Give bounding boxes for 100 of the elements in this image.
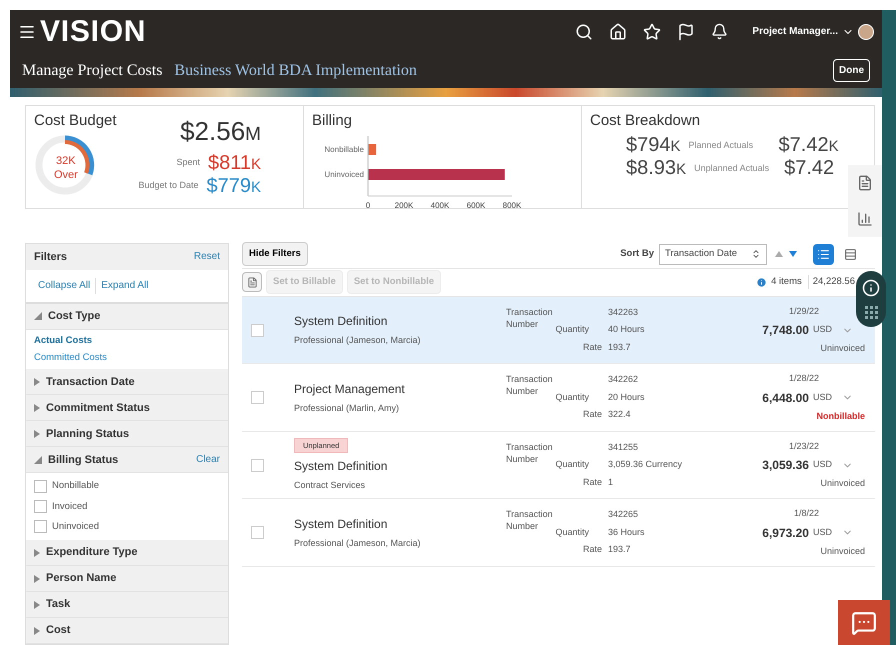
project-name[interactable]: Business World BDA Implementation: [174, 58, 417, 83]
spent-label: Spent: [176, 158, 200, 168]
row-checkbox[interactable]: [251, 526, 264, 539]
avatar-icon[interactable]: [858, 24, 874, 40]
filter-option-link[interactable]: Committed Costs: [34, 351, 220, 366]
grid-icon[interactable]: [864, 306, 878, 319]
star-icon[interactable]: [643, 22, 662, 41]
amount: 6,448.00: [762, 390, 809, 406]
tick-label: 200K: [394, 201, 414, 210]
billing-status: Nonbillable: [816, 410, 865, 422]
checkbox[interactable]: [34, 520, 47, 534]
row-title: Project Management: [294, 380, 405, 398]
page-title: Manage Project Costs: [22, 60, 162, 81]
row-subtitle: Professional (Marlin, Amy): [294, 402, 400, 415]
amount: 3,059.36: [762, 457, 809, 474]
item-count: 4 items: [771, 275, 809, 290]
card-title: Billing: [312, 110, 354, 131]
total-budget: $2.56M: [180, 114, 261, 148]
collapse-all-link[interactable]: Collapse All: [38, 278, 90, 294]
caret-icon[interactable]: [34, 574, 40, 582]
total-amount: 24,228.56: [812, 275, 855, 290]
bell-icon[interactable]: [711, 23, 728, 40]
caret-icon[interactable]: [34, 600, 40, 608]
row-checkbox[interactable]: [251, 458, 264, 472]
caret-icon[interactable]: [34, 626, 40, 634]
sort-by-label: Sort By: [620, 247, 654, 262]
hide-filters-button[interactable]: Hide Filters: [242, 242, 308, 266]
breakdown-label: Planned Actuals: [688, 140, 754, 150]
checkbox-label: Nonbillable: [52, 479, 100, 494]
logo: VISION: [40, 16, 146, 47]
rate-label: Rate: [582, 476, 602, 489]
budget-label: Budget to Date: [138, 181, 198, 190]
filter-section-header[interactable]: Planning Status: [26, 421, 228, 448]
sort-by-select[interactable]: Transaction Date: [659, 244, 767, 265]
sort-ascending-icon[interactable]: [775, 251, 783, 258]
checkbox[interactable]: [34, 480, 47, 493]
breakdown-value: $8.93K: [626, 158, 686, 178]
expand-all-link[interactable]: Expand All: [101, 278, 149, 294]
caret-icon[interactable]: [34, 430, 40, 438]
filter-section-header[interactable]: Commitment Status: [26, 395, 228, 422]
breakdown-value: $794K: [626, 135, 681, 156]
checkbox-label: Invoiced: [52, 500, 88, 514]
caret-icon[interactable]: [34, 312, 42, 320]
filter-section-header[interactable]: Billing Status Clear: [26, 447, 228, 474]
chat-button[interactable]: [838, 600, 890, 645]
list-view-icon[interactable]: [813, 244, 834, 265]
breakdown-label: Unplanned Actuals: [694, 164, 770, 173]
billing-status: Uninvoiced: [820, 477, 865, 490]
filter-section-header[interactable]: Person Name: [26, 566, 228, 592]
transaction-number: 342265: [608, 508, 640, 522]
reset-link[interactable]: Reset: [194, 249, 220, 264]
row-subtitle: Professional (Jameson, Marcia): [294, 334, 421, 348]
filter-section-header[interactable]: Cost: [26, 618, 228, 644]
currency: USD: [812, 458, 832, 472]
spent-value: $811K: [208, 152, 261, 173]
info-icon[interactable]: [862, 279, 880, 298]
caret-icon[interactable]: [34, 378, 40, 386]
quantity-label: Quantity: [554, 458, 589, 472]
up-down-chevron-icon: [751, 249, 761, 260]
checkbox[interactable]: [34, 500, 47, 514]
filter-section-header[interactable]: Expenditure Type: [26, 540, 228, 566]
row-checkbox[interactable]: [251, 391, 264, 404]
row-checkbox[interactable]: [251, 324, 264, 336]
document-icon[interactable]: [857, 175, 873, 191]
caret-icon[interactable]: [34, 548, 40, 556]
donut-chart-drawing: [34, 134, 96, 196]
flag-icon[interactable]: [677, 22, 696, 41]
budget-value: $779K: [206, 176, 261, 196]
tick-label: 800K: [502, 201, 522, 210]
search-icon[interactable]: [575, 22, 594, 41]
done-button[interactable]: Done: [833, 59, 870, 82]
info-icon: [756, 276, 768, 288]
row-title: System Definition: [294, 516, 388, 533]
caret-icon[interactable]: [34, 456, 42, 464]
number-label: Transaction Number: [506, 306, 554, 331]
row-title: System Definition: [294, 313, 388, 330]
notes-icon[interactable]: [242, 272, 262, 292]
amount: 7,748.00: [762, 322, 809, 339]
filter-section-header[interactable]: Transaction Date: [26, 369, 228, 396]
transaction-date: 1/8/22: [794, 507, 819, 520]
user-menu[interactable]: Project Manager...: [752, 24, 854, 40]
rate-label: Rate: [582, 408, 602, 422]
filter-section-header[interactable]: Task: [26, 592, 228, 618]
sort-descending-icon[interactable]: [789, 251, 797, 258]
caret-icon[interactable]: [34, 404, 40, 412]
home-icon[interactable]: [609, 22, 628, 41]
transaction-date: 1/28/22: [788, 372, 819, 385]
bar-chart-icon[interactable]: [857, 211, 873, 227]
transaction-number: 342262: [608, 373, 640, 386]
billing-status: Uninvoiced: [820, 544, 865, 558]
rate-value: 193.7: [608, 543, 632, 556]
filter-option-link[interactable]: Actual Costs: [34, 334, 220, 348]
filter-section-header[interactable]: Cost Type: [26, 304, 228, 330]
quantity-label: Quantity: [554, 526, 589, 539]
checkbox-label: Uninvoiced: [52, 520, 99, 534]
transaction-row[interactable]: System Definition Professional (Jameson, Marcia) Transaction Number 342263 40 Hours Rate 193.7 Quantity 1/29/22 7,748.00 USD Uninvoiced: [242, 296, 875, 364]
rate-label: Rate: [582, 543, 602, 556]
tick-label: 0: [366, 201, 370, 210]
rate-label: Rate: [582, 340, 602, 354]
currency: USD: [812, 323, 832, 336]
